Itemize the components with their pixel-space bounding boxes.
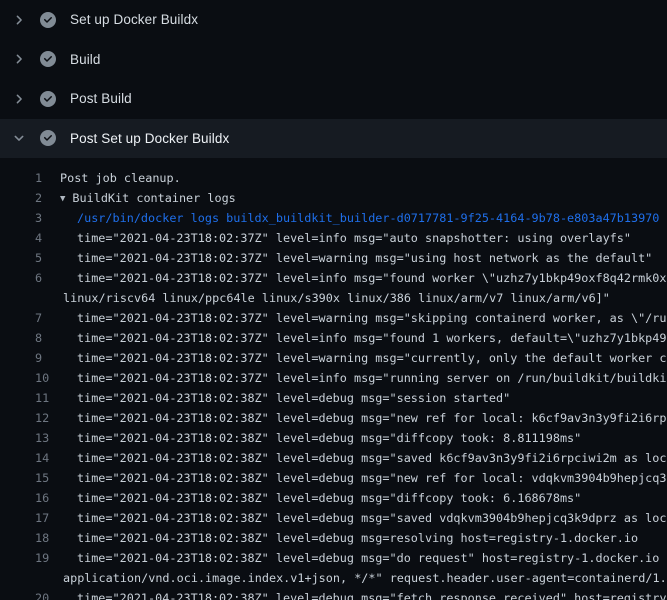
step-title: Build (70, 52, 101, 67)
log-row: 3/usr/bin/docker logs buildx_buildkit_bu… (0, 208, 667, 228)
line-number[interactable]: 12 (35, 408, 60, 428)
log-row: 1Post job cleanup. (0, 168, 667, 188)
log-text: time="2021-04-23T18:02:38Z" level=debug … (60, 508, 667, 528)
log-row-continuation: application/vnd.oci.image.index.v1+json,… (0, 568, 667, 588)
line-number[interactable]: 15 (35, 468, 60, 488)
log-row: 17time="2021-04-23T18:02:38Z" level=debu… (0, 508, 667, 528)
log-row: 5time="2021-04-23T18:02:37Z" level=warni… (0, 248, 667, 268)
actions-log-viewer: Set up Docker Buildx Build Post Build Post … (0, 0, 667, 600)
step-header-build[interactable]: Build (0, 40, 667, 80)
line-number[interactable]: 9 (35, 348, 60, 368)
log-text: time="2021-04-23T18:02:38Z" level=debug … (60, 588, 667, 600)
chevron-right-icon (12, 13, 26, 27)
line-number[interactable]: 17 (35, 508, 60, 528)
step-header-post-build[interactable]: Post Build (0, 79, 667, 119)
log-text: time="2021-04-23T18:02:37Z" level=info m… (60, 228, 631, 248)
log-text: Post job cleanup. (60, 168, 181, 188)
log-row: 13time="2021-04-23T18:02:38Z" level=debu… (0, 428, 667, 448)
log-row: 15time="2021-04-23T18:02:38Z" level=debu… (0, 468, 667, 488)
line-number[interactable]: 10 (35, 368, 60, 388)
log-text: time="2021-04-23T18:02:37Z" level=info m… (60, 368, 667, 388)
line-number[interactable]: 4 (35, 228, 60, 248)
log-text: time="2021-04-23T18:02:37Z" level=warnin… (60, 348, 667, 368)
log-text: ▼ BuildKit container logs (60, 188, 236, 208)
line-number[interactable]: 8 (35, 328, 60, 348)
line-number[interactable]: 7 (35, 308, 60, 328)
line-number[interactable]: 1 (35, 168, 60, 188)
log-command-text: /usr/bin/docker logs buildx_buildkit_bui… (60, 208, 659, 228)
log-row: 7time="2021-04-23T18:02:37Z" level=warni… (0, 308, 667, 328)
step-section-list: Set up Docker Buildx Build Post Build Post … (0, 0, 667, 158)
chevron-right-icon (12, 52, 26, 66)
step-header-post-set-up-docker-buildx[interactable]: Post Set up Docker Buildx (0, 119, 667, 159)
log-text: time="2021-04-23T18:02:38Z" level=debug … (60, 408, 667, 428)
line-number[interactable]: 13 (35, 428, 60, 448)
log-lines-container: 1Post job cleanup.2▼ BuildKit container l… (0, 158, 667, 600)
line-number[interactable]: 14 (35, 448, 60, 468)
log-text: time="2021-04-23T18:02:37Z" level=warnin… (60, 248, 652, 268)
step-title: Set up Docker Buildx (70, 12, 198, 27)
step-header-set-up-docker-buildx[interactable]: Set up Docker Buildx (0, 0, 667, 40)
log-row: 12time="2021-04-23T18:02:38Z" level=debu… (0, 408, 667, 428)
log-text: time="2021-04-23T18:02:37Z" level=info m… (60, 328, 667, 348)
log-text: time="2021-04-23T18:02:38Z" level=debug … (60, 468, 667, 488)
line-number[interactable]: 5 (35, 248, 60, 268)
line-number[interactable]: 2 (35, 188, 60, 208)
check-circle-icon (40, 51, 56, 67)
log-text: time="2021-04-23T18:02:38Z" level=debug … (60, 388, 510, 408)
check-circle-icon (40, 130, 56, 146)
line-number[interactable]: 11 (35, 388, 60, 408)
log-row: 9time="2021-04-23T18:02:37Z" level=warni… (0, 348, 667, 368)
check-circle-icon (40, 91, 56, 107)
log-text: time="2021-04-23T18:02:38Z" level=debug … (60, 488, 581, 508)
log-row: 16time="2021-04-23T18:02:38Z" level=debu… (0, 488, 667, 508)
line-number[interactable]: 18 (35, 528, 60, 548)
log-row: 8time="2021-04-23T18:02:37Z" level=info … (0, 328, 667, 348)
log-text: linux/riscv64 linux/ppc64le linux/s390x … (60, 288, 610, 308)
log-row: 11time="2021-04-23T18:02:38Z" level=debu… (0, 388, 667, 408)
log-group-title[interactable]: BuildKit container logs (72, 191, 235, 205)
group-collapse-toggle-icon[interactable]: ▼ (60, 189, 65, 208)
log-text: time="2021-04-23T18:02:37Z" level=warnin… (60, 308, 667, 328)
line-number[interactable]: 3 (35, 208, 60, 228)
log-row: 18time="2021-04-23T18:02:38Z" level=debu… (0, 528, 667, 548)
line-number[interactable]: 19 (35, 548, 60, 568)
log-row: 4time="2021-04-23T18:02:37Z" level=info … (0, 228, 667, 248)
log-row: 14time="2021-04-23T18:02:38Z" level=debu… (0, 448, 667, 468)
log-row: 20time="2021-04-23T18:02:38Z" level=debu… (0, 588, 667, 600)
log-row: 10time="2021-04-23T18:02:37Z" level=info… (0, 368, 667, 388)
log-row-continuation: linux/riscv64 linux/ppc64le linux/s390x … (0, 288, 667, 308)
log-row: 19time="2021-04-23T18:02:38Z" level=debu… (0, 548, 667, 568)
line-number[interactable]: 20 (35, 588, 60, 600)
log-text: time="2021-04-23T18:02:37Z" level=info m… (60, 268, 667, 288)
log-row: 6time="2021-04-23T18:02:37Z" level=info … (0, 268, 667, 288)
line-number[interactable]: 16 (35, 488, 60, 508)
log-text: time="2021-04-23T18:02:38Z" level=debug … (60, 548, 667, 568)
line-number (35, 288, 60, 308)
check-circle-icon (40, 12, 56, 28)
log-text: time="2021-04-23T18:02:38Z" level=debug … (60, 528, 638, 548)
log-text: time="2021-04-23T18:02:38Z" level=debug … (60, 428, 581, 448)
log-row: 2▼ BuildKit container logs (0, 188, 667, 208)
step-title: Post Set up Docker Buildx (70, 131, 229, 146)
log-text: application/vnd.oci.image.index.v1+json,… (60, 568, 667, 588)
log-text: time="2021-04-23T18:02:38Z" level=debug … (60, 448, 667, 468)
chevron-down-icon (12, 131, 26, 145)
step-title: Post Build (70, 91, 132, 106)
line-number (35, 568, 60, 588)
line-number[interactable]: 6 (35, 268, 60, 288)
chevron-right-icon (12, 92, 26, 106)
